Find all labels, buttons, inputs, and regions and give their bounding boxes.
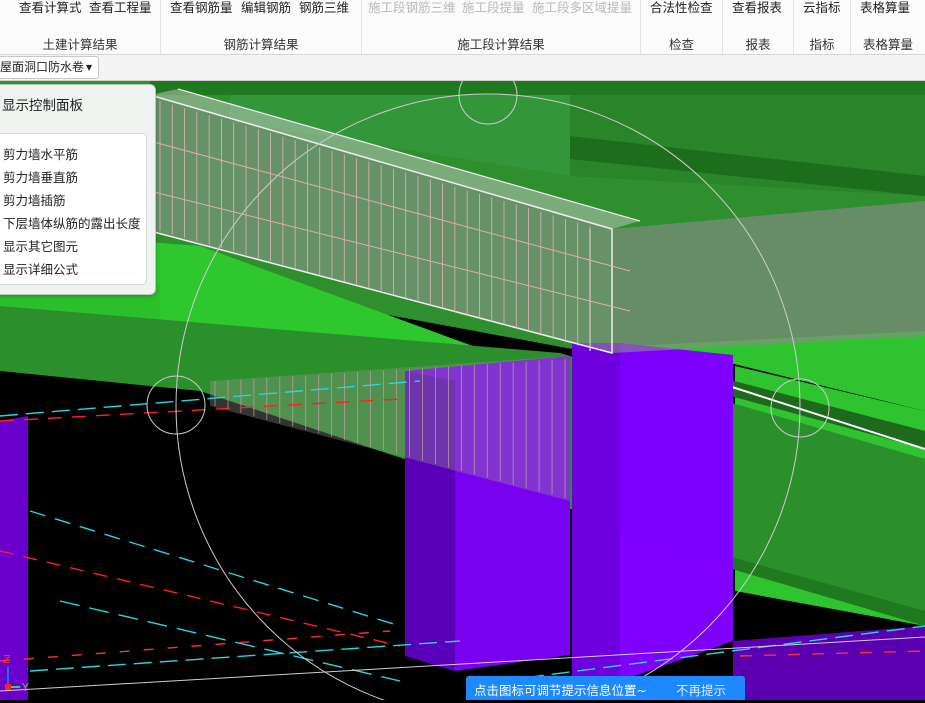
option-shear-wall-horizontal-rebar[interactable]: 剪力墙水平筋 xyxy=(3,144,78,163)
tip-text: 点击图标可调节提示信息位置~ xyxy=(474,683,647,698)
element-toolbar: 屋面洞口防水卷 ▼ xyxy=(0,55,925,81)
display-control-panel: 显示控制面板 剪力墙水平筋 剪力墙垂直筋 剪力墙插筋 下层墙体纵筋的露出长度 显… xyxy=(0,84,156,295)
element-type-value: 屋面洞口防水卷 xyxy=(0,60,85,74)
validity-check-button[interactable]: 合法性检查 xyxy=(650,0,713,16)
view-quantity-button[interactable]: 查看工程量 xyxy=(89,0,152,16)
view-formula-button[interactable]: 查看计算式 xyxy=(19,0,82,16)
table-takeoff-button[interactable]: 表格算量 xyxy=(860,0,910,16)
ribbon: 查看计算式 查看工程量 土建计算结果 查看钢筋量 编辑钢筋 钢筋三维 钢筋计算结… xyxy=(0,0,925,55)
ribbon-group-title: 指标 xyxy=(809,37,835,52)
display-options-list: 剪力墙水平筋 剪力墙垂直筋 剪力墙插筋 下层墙体纵筋的露出长度 显示其它图元 显… xyxy=(0,133,147,285)
ribbon-group-rebar-results: 查看钢筋量 编辑钢筋 钢筋三维 钢筋计算结果 xyxy=(161,0,362,54)
ribbon-group-civil-results: 查看计算式 查看工程量 土建计算结果 xyxy=(0,0,161,54)
edit-rebar-button[interactable]: 编辑钢筋 xyxy=(241,0,291,16)
view-rebar-quantity-button[interactable]: 查看钢筋量 xyxy=(170,0,233,16)
stage-multi-area-takeoff-button[interactable]: 施工段多区域提量 xyxy=(532,0,632,16)
option-lower-wall-rebar-exposed-length[interactable]: 下层墙体纵筋的露出长度 xyxy=(3,213,141,232)
chevron-down-icon: ▼ xyxy=(86,63,93,72)
ribbon-group-report: 查看报表 报表 xyxy=(723,0,794,54)
cloud-index-button[interactable]: 云指标 xyxy=(803,0,841,16)
ribbon-group-check: 合法性检查 检查 xyxy=(641,0,723,54)
ribbon-group-title: 报表 xyxy=(745,37,771,52)
option-show-other-elements[interactable]: 显示其它图元 xyxy=(3,236,78,255)
ribbon-group-title: 土建计算结果 xyxy=(42,37,118,52)
view-report-button[interactable]: 查看报表 xyxy=(732,0,782,16)
option-shear-wall-dowel-rebar[interactable]: 剪力墙插筋 xyxy=(3,190,66,209)
rebar-3d-button[interactable]: 钢筋三维 xyxy=(299,0,349,16)
panel-title: 显示控制面板 xyxy=(2,98,83,114)
element-type-dropdown[interactable]: 屋面洞口防水卷 ▼ xyxy=(0,56,100,79)
axis-y-label: Y xyxy=(21,681,29,694)
column-right xyxy=(572,343,620,686)
ribbon-group-title: 施工段计算结果 xyxy=(457,37,545,52)
axis-z-label: Z xyxy=(3,653,11,666)
option-show-detailed-formula[interactable]: 显示详细公式 xyxy=(3,259,78,278)
option-shear-wall-vertical-rebar[interactable]: 剪力墙垂直筋 xyxy=(3,167,78,186)
ribbon-group-table: 表格算量 表格算量 xyxy=(851,0,925,54)
stage-rebar-3d-button[interactable]: 施工段钢筋三维 xyxy=(368,0,456,16)
tip-bar[interactable]: 点击图标可调节提示信息位置~ 不再提示 xyxy=(466,676,745,700)
stage-takeoff-button[interactable]: 施工段提量 xyxy=(462,0,525,16)
ribbon-group-stage-results: 施工段钢筋三维 施工段提量 施工段多区域提量 施工段计算结果 xyxy=(362,0,641,54)
dont-show-again-link[interactable]: 不再提示 xyxy=(676,680,726,699)
ribbon-group-title: 检查 xyxy=(668,37,694,52)
ribbon-group-title: 钢筋计算结果 xyxy=(223,37,299,52)
ribbon-group-title: 表格算量 xyxy=(862,37,913,52)
ribbon-group-index: 云指标 指标 xyxy=(794,0,851,54)
